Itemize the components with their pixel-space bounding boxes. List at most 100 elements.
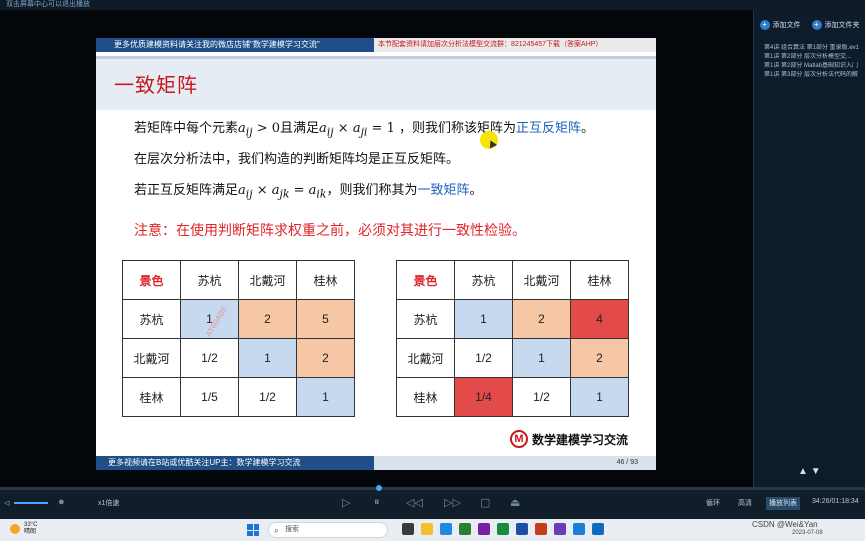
onenote-icon[interactable] — [478, 523, 490, 535]
speed-label[interactable]: x1倍速 — [98, 498, 119, 508]
app-icon[interactable] — [592, 523, 604, 535]
plus-icon: + — [811, 20, 822, 30]
speed-icon[interactable]: ● — [58, 496, 65, 508]
slide-bottom-left-text: 更多视频请在B站或优酷关注UP主：数学建模学习交流 — [96, 456, 374, 470]
chrome-icon[interactable] — [459, 523, 471, 535]
add-file-button[interactable]: + 添加文件 — [759, 20, 801, 30]
table-cell: 1 — [570, 377, 629, 417]
table-cell: 1 — [512, 338, 571, 378]
table-header-cell: 北戴河 — [238, 260, 297, 300]
table-row-label: 北戴河 — [122, 338, 181, 378]
table-row: 桂林 1/4 1/2 1 — [396, 377, 629, 417]
slide-top-bar: 更多优质建模资料请关注我的微店店铺"数学建模学习交流" 本节配套资料请加层次分析… — [96, 38, 656, 52]
seek-bar[interactable] — [0, 485, 865, 491]
hd-label[interactable]: 高清 — [738, 498, 752, 508]
table-row: 桂林 1/5 1/2 1 — [122, 377, 355, 417]
slide-top-right-text: 本节配套资料请加层次分析法模型交流群：821245457下载（答案AHP） — [374, 38, 656, 52]
table-row-label: 苏杭 — [396, 299, 455, 339]
add-file-label: 添加文件 — [772, 22, 801, 29]
excel-icon[interactable] — [497, 523, 509, 535]
add-folder-label: 添加文件夹 — [824, 22, 860, 29]
visual-studio-icon[interactable] — [554, 523, 566, 535]
playlist-toggle-button[interactable]: 播放列表 — [766, 497, 800, 510]
taskbar-apps — [402, 523, 604, 535]
temperature: 33°C — [24, 522, 38, 528]
playlist-item[interactable]: 第1讲 第3部分 层次分析法代码的解 — [764, 71, 865, 80]
table-cell: 1/2 — [512, 377, 571, 417]
video-area[interactable]: 更多优质建模资料请关注我的微店店铺"数学建模学习交流" 本节配套资料请加层次分析… — [0, 10, 753, 487]
table-cell: 1/4 — [454, 377, 513, 417]
weather-widget[interactable]: 33°C 晴朗 — [10, 522, 37, 536]
slide-title: 一致矩阵 — [114, 75, 198, 97]
pause-icon[interactable]: ⏸ — [374, 496, 380, 509]
table-header-cell: 景色 — [396, 260, 455, 300]
media-player-icon[interactable] — [573, 523, 585, 535]
playlist: 第4讲 组合算法 第1部分 重录版.ev1 第1讲 第2部分 层次分析模型交..… — [754, 44, 865, 80]
table-row: 景色 苏杭 北戴河 桂林 — [396, 260, 629, 300]
table-cell: 2 — [512, 299, 571, 339]
windows-start-icon[interactable] — [247, 524, 259, 536]
math-a: a — [352, 121, 361, 136]
play-icon[interactable]: ▷ — [342, 496, 350, 509]
math-sub: ik — [316, 187, 327, 201]
seek-handle[interactable] — [376, 485, 382, 491]
taskbar-search-input[interactable]: 搜索 — [268, 522, 388, 538]
playlist-item[interactable]: 第1讲 第2部分 层次分析模型交... — [764, 53, 865, 62]
edge-icon[interactable] — [440, 523, 452, 535]
next-icon[interactable]: ▷▷ — [444, 496, 461, 509]
matrix-table-left: 景色 苏杭 北戴河 桂林 苏杭 1 2 5 北戴河 1/2 1 2 桂林 1/5… — [122, 260, 355, 417]
line3-text-a: 若正互反矩阵满足 — [134, 183, 239, 198]
line1-text-a: 若矩阵中每个元素 — [134, 121, 239, 136]
powerpoint-icon[interactable] — [535, 523, 547, 535]
table-row-label: 桂林 — [122, 377, 181, 417]
arrow-down-icon[interactable]: ▼ — [811, 466, 821, 477]
reorder-arrows[interactable]: ▲ ▼ — [798, 466, 821, 477]
line1-text-b: > 0且满足 — [252, 121, 320, 136]
plus-icon: + — [759, 20, 770, 30]
taskbar: 33°C 晴朗 搜索 CSDN @Wei&Yan 2023-07-08 — [0, 519, 865, 541]
line3-text-b: × — [252, 183, 272, 198]
table-cell: 1 — [296, 377, 355, 417]
previous-icon[interactable]: ◁◁ — [406, 496, 423, 509]
loop-label[interactable]: 循环 — [706, 498, 720, 508]
add-folder-button[interactable]: + 添加文件夹 — [811, 20, 860, 30]
playlist-panel: + 添加文件 + 添加文件夹 第4讲 组合算法 第1部分 重录版.ev1 第1讲… — [753, 10, 865, 487]
line3-end: 。 — [469, 183, 483, 198]
math-sub: ij — [245, 187, 253, 201]
file-explorer-icon[interactable] — [421, 523, 433, 535]
math-sub: ij — [245, 125, 253, 139]
slide-bottom-bar: 更多视频请在B站或优酷关注UP主：数学建模学习交流 46 / 93 — [96, 456, 656, 470]
table-row: 苏杭 1 2 5 — [122, 299, 355, 339]
math-sub: ij — [326, 125, 334, 139]
volume-slider[interactable] — [14, 502, 48, 504]
line1-end: 。 — [580, 121, 594, 136]
channel-logo: M 数学建模学习交流 — [510, 430, 628, 448]
table-row: 苏杭 1 2 4 — [396, 299, 629, 339]
table-cell: 1/2 — [238, 377, 297, 417]
playlist-item[interactable]: 第4讲 组合算法 第1部分 重录版.ev1 — [764, 44, 865, 53]
math-a: a — [271, 183, 280, 198]
playlist-item[interactable]: 第1讲 第2部分 Matlab基础知识入门 — [764, 62, 865, 71]
volume-icon[interactable]: ◃ — [4, 496, 10, 509]
m-logo-icon: M — [510, 430, 528, 448]
arrow-up-icon[interactable]: ▲ — [798, 466, 808, 477]
task-view-icon[interactable] — [402, 523, 414, 535]
mouse-cursor-highlight — [480, 131, 498, 149]
slide-top-left-text: 更多优质建模资料请关注我的微店店铺"数学建模学习交流" — [96, 38, 374, 52]
definition-line-1: 若矩阵中每个元素aij > 0且满足aij × aji = 1 ，则我们称该矩阵… — [134, 117, 594, 139]
table-row-label: 北戴河 — [396, 338, 455, 378]
table-header-cell: 景色 — [122, 260, 181, 300]
table-cell: 1/2 — [454, 338, 513, 378]
matrix-table-right: 景色 苏杭 北戴河 桂林 苏杭 1 2 4 北戴河 1/2 1 2 桂林 1/4… — [396, 260, 629, 417]
table-header-cell: 桂林 — [570, 260, 629, 300]
table-row: 景色 苏杭 北戴河 桂林 — [122, 260, 355, 300]
highlight-term: 一致矩阵 — [417, 183, 470, 198]
eject-icon[interactable]: ⏏ — [510, 496, 520, 509]
word-icon[interactable] — [516, 523, 528, 535]
stop-icon[interactable]: ▢ — [480, 496, 490, 509]
table-cell: 1/5 — [180, 377, 239, 417]
math-a: a — [238, 121, 246, 136]
math-a: a — [238, 183, 246, 198]
table-cell: 4 — [570, 299, 629, 339]
slide-title-box: 一致矩阵 — [96, 56, 656, 110]
